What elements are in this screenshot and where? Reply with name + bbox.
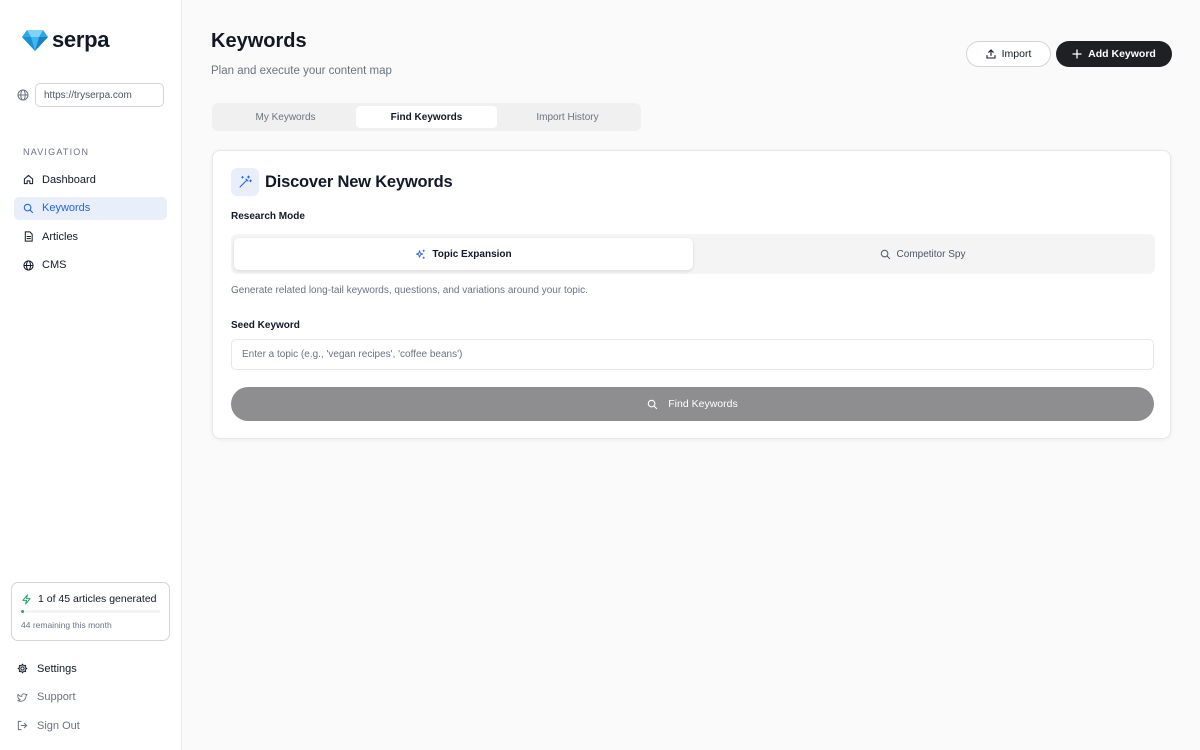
discover-title: Discover New Keywords (265, 172, 453, 191)
sidebar-item-label: CMS (42, 259, 67, 272)
import-button[interactable]: Import (966, 41, 1051, 67)
mode-label: Topic Expansion (432, 248, 512, 260)
search-icon (23, 203, 34, 214)
plus-icon (1072, 49, 1082, 59)
find-keywords-button[interactable]: Find Keywords (231, 387, 1154, 421)
keyword-tabs: My Keywords Find Keywords Import History (212, 103, 641, 131)
sidebar-item-keywords[interactable]: Keywords (14, 196, 167, 220)
mode-helper-text: Generate related long-tail keywords, que… (231, 285, 588, 296)
page-subtitle: Plan and execute your content map (211, 65, 392, 77)
usage-summary: 1 of 45 articles generated (21, 593, 160, 605)
app-root: serpa NAVIGATION Dashboard (0, 0, 1200, 750)
diamond-logo-icon (22, 28, 48, 52)
discover-card: Discover New Keywords Research Mode Topi… (212, 150, 1171, 439)
seed-keyword-label: Seed Keyword (231, 320, 300, 331)
tab-import-history[interactable]: Import History (497, 106, 638, 128)
lightning-icon (21, 593, 32, 605)
sidebar-item-label: Dashboard (42, 173, 96, 186)
seed-keyword-input[interactable] (231, 339, 1154, 370)
sidebar: serpa NAVIGATION Dashboard (0, 0, 182, 750)
settings-link[interactable]: Settings (17, 657, 167, 680)
find-keywords-label: Find Keywords (668, 398, 738, 410)
mode-topic-expansion[interactable]: Topic Expansion (234, 238, 693, 270)
settings-label: Settings (37, 662, 77, 675)
support-link[interactable]: Support (17, 686, 167, 709)
globe-icon (23, 260, 34, 271)
sparkles-icon (415, 249, 426, 260)
research-mode-toggle: Topic Expansion Competitor Spy (231, 234, 1155, 274)
home-icon (23, 174, 34, 185)
sign-out-label: Sign Out (37, 719, 80, 732)
globe-icon (17, 89, 29, 101)
sidebar-item-cms[interactable]: CMS (14, 254, 167, 277)
mode-label: Competitor Spy (896, 248, 966, 260)
add-keyword-button[interactable]: Add Keyword (1056, 41, 1172, 67)
gear-icon (17, 663, 28, 674)
page-title: Keywords (211, 30, 307, 52)
search-icon (647, 399, 658, 410)
upload-icon (986, 49, 996, 59)
document-icon (23, 231, 34, 242)
research-mode-label: Research Mode (231, 211, 305, 222)
usage-progress-fill (21, 610, 25, 613)
sidebar-item-articles[interactable]: Articles (14, 225, 167, 248)
search-icon (880, 249, 891, 260)
tab-my-keywords[interactable]: My Keywords (215, 106, 356, 128)
site-url-input[interactable] (35, 83, 164, 107)
logo[interactable]: serpa (22, 27, 110, 53)
logout-icon (17, 720, 28, 731)
sidebar-item-label: Keywords (42, 202, 91, 215)
main-content: Keywords Plan and execute your content m… (182, 0, 1200, 750)
sign-out-link[interactable]: Sign Out (17, 714, 167, 737)
discover-header: Discover New Keywords (231, 168, 453, 196)
nav-heading: NAVIGATION (23, 147, 90, 157)
sidebar-item-dashboard[interactable]: Dashboard (14, 168, 167, 191)
brand-name: serpa (52, 27, 110, 52)
nav-list: Dashboard Keywords Articles CMS (14, 168, 167, 282)
magic-wand-icon (231, 168, 259, 196)
site-selector (17, 83, 164, 107)
usage-card: 1 of 45 articles generated 44 remaining … (11, 582, 170, 641)
usage-title: 1 of 45 articles generated (38, 593, 157, 605)
sidebar-item-label: Articles (42, 230, 79, 243)
mode-competitor-spy[interactable]: Competitor Spy (693, 238, 1152, 270)
import-label: Import (1001, 48, 1032, 60)
twitter-icon (17, 692, 28, 703)
add-keyword-label: Add Keyword (1088, 48, 1156, 60)
tab-find-keywords[interactable]: Find Keywords (356, 106, 497, 128)
support-label: Support (37, 691, 76, 704)
usage-subtitle: 44 remaining this month (21, 620, 112, 630)
bottom-nav: Settings Support Sign Out (17, 657, 167, 743)
usage-progress-bar (21, 610, 160, 613)
